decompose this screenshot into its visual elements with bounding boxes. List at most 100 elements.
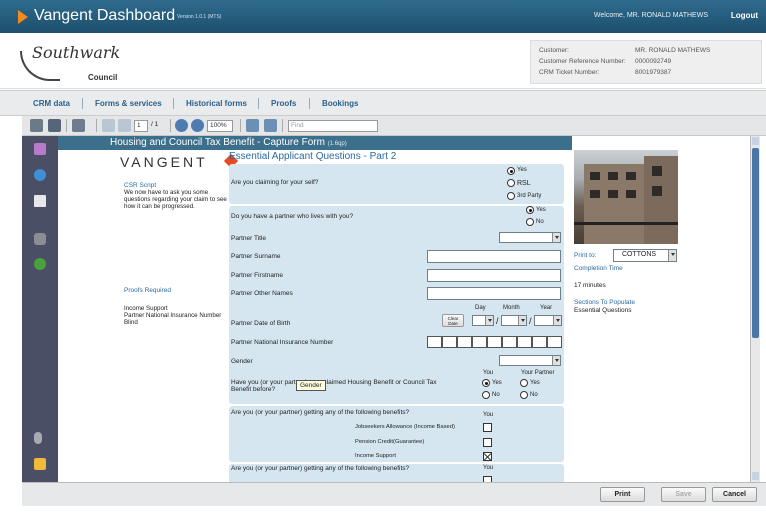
partner-surname-input[interactable]	[427, 250, 561, 263]
radio-partner-yes[interactable]	[526, 206, 534, 214]
radio-claimed-you-yes[interactable]	[482, 379, 490, 387]
page-icon[interactable]	[34, 195, 46, 207]
benefit-jsa-label: Jobseekers Allowance (Income Based)	[355, 424, 455, 430]
label-dob-day: Day	[475, 305, 486, 311]
question-partner: Do you have a partner who lives with you…	[231, 213, 354, 220]
label-partner-surname: Partner Surname	[231, 253, 281, 260]
scroll-down-icon[interactable]	[752, 472, 759, 480]
question-benefits: Are you (or your partner) getting any of…	[231, 409, 410, 416]
council-sub: Council	[88, 73, 118, 82]
partner-firstname-input[interactable]	[427, 269, 561, 282]
right-info-panel: Print to: COTTONS Completion Time 17 min…	[572, 136, 750, 482]
binoculars-icon[interactable]	[34, 233, 46, 245]
form-title: Housing and Council Tax Benefit - Captur…	[110, 137, 325, 148]
partner-other-input[interactable]	[427, 287, 561, 300]
customer-info-box: Customer: MR. RONALD MATHEWS Customer Re…	[530, 40, 762, 84]
panel-benefits: Are you (or your partner) getting any of…	[229, 406, 564, 462]
fit-page-icon[interactable]	[264, 119, 277, 132]
chevron-down-icon	[668, 250, 676, 261]
gender-tooltip: Gender	[296, 380, 326, 391]
fit-width-icon[interactable]	[246, 119, 259, 132]
nav-crm-data[interactable]: CRM data	[33, 99, 70, 108]
print-to-select[interactable]: COTTONS	[613, 249, 677, 262]
form-content: Housing and Council Tax Benefit - Captur…	[58, 136, 758, 482]
dob-day-select[interactable]	[472, 315, 494, 326]
label-gender: Gender	[231, 358, 253, 365]
document-icon[interactable]	[34, 143, 46, 155]
dob-month-select[interactable]	[501, 315, 527, 326]
zoom-select[interactable]: 100%	[207, 120, 233, 132]
form-subtitle: (1.6qp)	[327, 141, 347, 147]
gender-select[interactable]	[499, 355, 561, 366]
comments-icon[interactable]	[34, 458, 46, 470]
benefit-pension-label: Pension Credit(Guarantee)	[355, 439, 425, 445]
print-icon[interactable]	[30, 119, 43, 132]
csr-script-text: We now have to ask you some questions re…	[124, 189, 227, 210]
nav-historical-forms[interactable]: Historical forms	[186, 99, 247, 108]
sections-value: Essential Questions	[574, 307, 632, 314]
radio-claimed-you-no[interactable]	[482, 391, 490, 399]
chevron-down-icon	[518, 316, 526, 325]
page-current-input[interactable]: 1	[134, 120, 148, 132]
council-name: Southwark	[32, 43, 121, 62]
vertical-scrollbar[interactable]	[750, 136, 760, 482]
customer-row: Customer: MR. RONALD MATHEWS	[539, 47, 711, 54]
save-button[interactable]: Save	[661, 487, 706, 502]
print-to-label: Print to:	[574, 252, 597, 259]
chevron-down-icon	[552, 356, 560, 365]
main-nav: CRM data Forms & services Historical for…	[0, 90, 766, 116]
next-page-icon[interactable]	[118, 119, 131, 132]
checkbox-pension-credit[interactable]	[483, 438, 492, 447]
nav-forms-services[interactable]: Forms & services	[95, 99, 162, 108]
chevron-down-icon	[485, 316, 493, 325]
radio-self-rsl[interactable]	[507, 179, 515, 187]
label-partner-ni: Partner National Insurance Number	[231, 339, 334, 346]
proof-item: Partner National Insurance Number	[124, 312, 222, 319]
print-button[interactable]: Print	[600, 487, 645, 502]
proof-item: Blind	[124, 319, 138, 326]
question-claiming-self: Are you claiming for your self?	[231, 179, 319, 186]
nav-bookings[interactable]: Bookings	[322, 99, 358, 108]
save-icon[interactable]	[48, 119, 61, 132]
crm-ticket-row: CRM Ticket Number: 8001979387	[539, 69, 672, 76]
checkbox-jsa[interactable]	[483, 423, 492, 432]
radio-self-yes[interactable]	[507, 167, 515, 175]
vangent-logo: VANGENT	[120, 154, 208, 170]
zoom-in-icon[interactable]	[191, 119, 204, 132]
chevron-down-icon	[553, 316, 561, 325]
prev-page-icon[interactable]	[102, 119, 115, 132]
benefit-income-support-label: Income Support	[355, 453, 396, 459]
tools-icon[interactable]	[72, 119, 85, 132]
partner-title-select[interactable]	[499, 232, 561, 243]
paperclip-icon[interactable]	[34, 432, 42, 444]
csr-script-title: CSR Script	[124, 182, 157, 189]
welcome-text: Welcome, MR. RONALD MATHEWS	[593, 12, 708, 19]
radio-claimed-partner-no[interactable]	[520, 391, 528, 399]
radio-self-3rd-party[interactable]	[507, 192, 515, 200]
help-icon[interactable]	[34, 258, 46, 270]
scrollbar-thumb[interactable]	[752, 148, 759, 338]
checkbox-income-support[interactable]	[483, 452, 492, 461]
find-input[interactable]: Find	[288, 120, 378, 132]
label-partner-other: Partner Other Names	[231, 290, 293, 297]
info-icon[interactable]	[34, 169, 46, 181]
left-sidebar	[22, 136, 58, 486]
chevron-down-icon	[552, 233, 560, 242]
label-partner-firstname: Partner Firstname	[231, 272, 284, 279]
completion-value: 17 minutes	[574, 282, 606, 289]
logout-link[interactable]: Logout	[731, 11, 758, 20]
customer-ref-row: Customer Reference Number: 0000092749	[539, 58, 672, 65]
cancel-button[interactable]: Cancel	[712, 487, 757, 502]
clear-date-button[interactable]: Clear Date	[442, 314, 464, 327]
section-title: Essential Applicant Questions - Part 2	[229, 151, 397, 162]
zoom-out-icon[interactable]	[175, 119, 188, 132]
property-photo	[574, 150, 678, 244]
scroll-up-icon[interactable]	[752, 137, 759, 145]
nav-proofs[interactable]: Proofs	[271, 99, 296, 108]
radio-claimed-partner-yes[interactable]	[520, 379, 528, 387]
panel-claiming-self: Are you claiming for your self? Yes RSL …	[229, 164, 564, 204]
sections-label: Sections To Populate	[574, 299, 635, 306]
radio-partner-no[interactable]	[526, 218, 534, 226]
dob-year-select[interactable]	[534, 315, 562, 326]
partner-ni-input[interactable]	[427, 336, 562, 348]
